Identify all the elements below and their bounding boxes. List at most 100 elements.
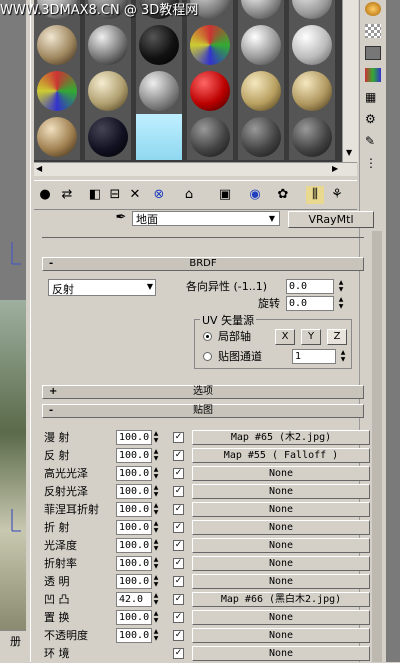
sample-slot[interactable] bbox=[85, 114, 131, 160]
map-amount-input[interactable]: 100.0 bbox=[116, 628, 152, 643]
get-material-icon[interactable]: ● bbox=[36, 186, 54, 204]
show-end-result-icon[interactable]: ✿ bbox=[274, 186, 292, 204]
map-slot-button[interactable]: None bbox=[192, 484, 370, 499]
viewport-scene[interactable] bbox=[0, 300, 26, 630]
map-amount-spinner[interactable]: ▲ ▼ bbox=[152, 574, 160, 589]
map-enable-checkbox[interactable]: ✓ bbox=[173, 630, 184, 641]
map-amount-input[interactable]: 100.0 bbox=[116, 556, 152, 571]
map-slot-button[interactable]: None bbox=[192, 520, 370, 535]
map-amount-spinner[interactable]: ▲ ▼ bbox=[152, 484, 160, 499]
map-enable-checkbox[interactable]: ✓ bbox=[173, 540, 184, 551]
material-type-button[interactable]: VRayMtl bbox=[288, 211, 374, 228]
map-enable-checkbox[interactable]: ✓ bbox=[173, 450, 184, 461]
sample-slot[interactable] bbox=[85, 22, 131, 68]
scroll-right-icon[interactable]: ▶ bbox=[332, 164, 338, 173]
material-id-icon[interactable]: ▣ bbox=[216, 186, 234, 204]
map-amount-spinner[interactable]: ▲ ▼ bbox=[152, 430, 160, 445]
map-enable-checkbox[interactable]: ✓ bbox=[173, 468, 184, 479]
sample-slot[interactable] bbox=[238, 114, 284, 160]
map-enable-checkbox[interactable]: ✓ bbox=[173, 486, 184, 497]
sample-slot[interactable] bbox=[136, 68, 182, 114]
map-enable-checkbox[interactable]: ✓ bbox=[173, 522, 184, 533]
make-unique-icon[interactable]: ⊗ bbox=[150, 186, 168, 204]
go-forward-sibling-icon[interactable]: ⚘ bbox=[328, 186, 346, 204]
reset-map-icon[interactable]: ⊟ bbox=[106, 186, 124, 204]
map-amount-spinner[interactable]: ▲ ▼ bbox=[152, 628, 160, 643]
map-slot-button[interactable]: None bbox=[192, 466, 370, 481]
axis-z-button[interactable]: Z bbox=[327, 329, 347, 345]
rotation-spinner[interactable]: ▲ ▼ bbox=[336, 296, 346, 311]
sample-slot[interactable] bbox=[136, 22, 182, 68]
sample-slot[interactable] bbox=[289, 22, 335, 68]
map-enable-checkbox[interactable]: ✓ bbox=[173, 612, 184, 623]
maps-rollup-header[interactable]: - 贴图 bbox=[42, 404, 364, 418]
map-amount-spinner[interactable]: ▲ ▼ bbox=[152, 448, 160, 463]
sample-slot[interactable] bbox=[289, 114, 335, 160]
map-amount-input[interactable]: 100.0 bbox=[116, 574, 152, 589]
map-amount-spinner[interactable]: ▲ ▼ bbox=[152, 520, 160, 535]
map-amount-spinner[interactable]: ▲ ▼ bbox=[152, 556, 160, 571]
map-slot-button[interactable]: None bbox=[192, 538, 370, 553]
backlight-icon[interactable] bbox=[365, 46, 381, 60]
map-channel-radio[interactable] bbox=[203, 352, 212, 361]
sample-slot[interactable] bbox=[34, 22, 80, 68]
sample-slot[interactable] bbox=[238, 68, 284, 114]
map-slot-button[interactable]: None bbox=[192, 628, 370, 643]
map-amount-input[interactable]: 100.0 bbox=[116, 538, 152, 553]
sample-type-icon[interactable] bbox=[365, 2, 381, 16]
brdf-rollup-header[interactable]: - BRDF bbox=[42, 257, 364, 271]
axis-x-button[interactable]: X bbox=[275, 329, 295, 345]
chevron-down-icon[interactable]: ▼ bbox=[266, 213, 278, 224]
map-enable-checkbox[interactable]: ✓ bbox=[173, 558, 184, 569]
anisotropy-spinner[interactable]: ▲ ▼ bbox=[336, 279, 346, 294]
map-slot-button[interactable]: None bbox=[192, 502, 370, 517]
sample-slot[interactable] bbox=[289, 0, 335, 22]
video-check-icon[interactable]: ▦ bbox=[365, 90, 381, 104]
put-to-scene-icon[interactable]: ⇄ bbox=[58, 186, 76, 204]
delete-icon[interactable]: ✕ bbox=[126, 186, 144, 204]
sample-slot[interactable] bbox=[34, 68, 80, 114]
sample-uv-icon[interactable] bbox=[365, 68, 381, 82]
background-icon[interactable] bbox=[365, 24, 381, 38]
eyedropper-icon[interactable]: ✒ bbox=[112, 210, 130, 228]
anisotropy-input[interactable]: 0.0 bbox=[286, 279, 334, 294]
map-amount-input[interactable]: 100.0 bbox=[116, 430, 152, 445]
map-amount-input[interactable]: 100.0 bbox=[116, 448, 152, 463]
make-preview-icon[interactable]: ⚙ bbox=[365, 112, 381, 126]
slots-vertical-scrollbar[interactable]: ▼ bbox=[342, 0, 358, 162]
map-amount-input[interactable]: 100.0 bbox=[116, 520, 152, 535]
map-amount-input[interactable]: 100.0 bbox=[116, 610, 152, 625]
viewport-tab[interactable]: 册 bbox=[0, 630, 26, 663]
scroll-down-icon[interactable]: ▼ bbox=[346, 148, 352, 157]
assign-material-icon[interactable]: ◧ bbox=[86, 186, 104, 204]
map-amount-spinner[interactable]: ▲ ▼ bbox=[152, 502, 160, 517]
map-slot-button[interactable]: None bbox=[192, 646, 370, 661]
slots-horizontal-scrollbar[interactable]: ◀ ▶ bbox=[34, 162, 357, 176]
map-enable-checkbox[interactable]: ✓ bbox=[173, 594, 184, 605]
rotation-input[interactable]: 0.0 bbox=[286, 296, 334, 311]
put-to-library-icon[interactable]: ⌂ bbox=[180, 186, 198, 204]
map-channel-input[interactable]: 1 bbox=[292, 349, 336, 364]
map-amount-spinner[interactable]: ▲ ▼ bbox=[152, 592, 160, 607]
options-rollup-header[interactable]: + 选项 bbox=[42, 385, 364, 399]
sample-slot[interactable] bbox=[289, 68, 335, 114]
map-amount-spinner[interactable]: ▲ ▼ bbox=[152, 466, 160, 481]
local-axis-radio[interactable] bbox=[203, 332, 212, 341]
map-enable-checkbox[interactable]: ✓ bbox=[173, 576, 184, 587]
map-enable-checkbox[interactable]: ✓ bbox=[173, 432, 184, 443]
sample-slot[interactable] bbox=[85, 68, 131, 114]
sample-slot[interactable] bbox=[34, 114, 80, 160]
map-amount-spinner[interactable]: ▲ ▼ bbox=[152, 610, 160, 625]
show-map-icon[interactable]: ◉ bbox=[246, 186, 264, 204]
brdf-type-dropdown[interactable]: 反射 ▼ bbox=[48, 279, 156, 296]
panel-scrollbar[interactable] bbox=[372, 231, 382, 662]
sample-slot[interactable] bbox=[187, 114, 233, 160]
sample-slot[interactable] bbox=[238, 22, 284, 68]
sample-slot[interactable] bbox=[187, 22, 233, 68]
go-to-parent-icon[interactable]: ⫼ bbox=[306, 186, 324, 204]
map-slot-button[interactable]: None bbox=[192, 556, 370, 571]
map-slot-button[interactable]: None bbox=[192, 574, 370, 589]
map-slot-button[interactable]: Map #55 ( Falloff ) bbox=[192, 448, 370, 463]
map-amount-input[interactable]: 100.0 bbox=[116, 502, 152, 517]
axis-y-button[interactable]: Y bbox=[301, 329, 321, 345]
